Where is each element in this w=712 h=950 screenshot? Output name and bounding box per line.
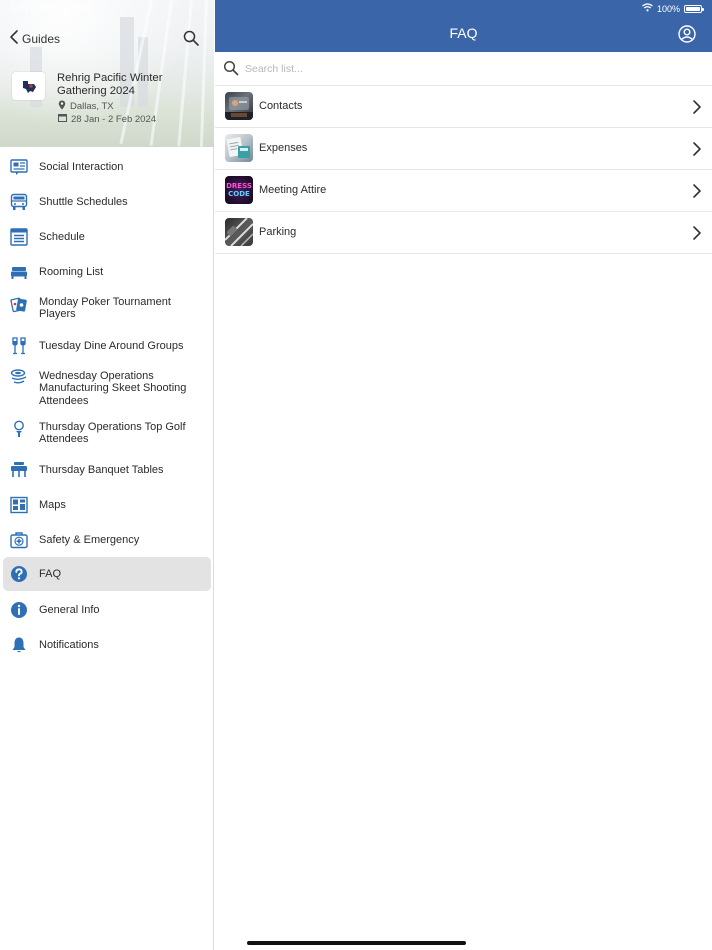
search-icon xyxy=(223,60,239,76)
back-button-label: Guides xyxy=(22,32,61,46)
banquet-table-icon xyxy=(10,461,28,479)
chevron-left-icon xyxy=(9,29,19,50)
sidebar-item-label: Wednesday Operations Manufacturing Skeet… xyxy=(39,370,187,407)
event-logo xyxy=(12,72,45,100)
top-bar: 100% FAQ xyxy=(215,0,712,52)
sidebar-item-label: Thursday Operations Top Golf Attendees xyxy=(39,421,186,446)
sidebar-item-label: General Info xyxy=(39,604,100,616)
sidebar-item-general-info[interactable]: General Info xyxy=(3,596,211,624)
bus-icon xyxy=(10,193,28,211)
chevron-right-icon xyxy=(692,141,702,157)
social-interaction-icon xyxy=(10,158,28,176)
sidebar-item-label: FAQ xyxy=(39,568,62,580)
list-item-meeting-attire[interactable]: DRESS CODE Meeting Attire xyxy=(215,170,712,212)
first-aid-icon xyxy=(10,531,28,549)
sidebar-item-rooming-list[interactable]: Rooming List xyxy=(3,258,211,286)
sidebar-item-thursday-top-golf[interactable]: Thursday Operations Top Golf Attendees xyxy=(3,418,211,452)
search-input[interactable] xyxy=(245,60,685,77)
sidebar-item-tuesday-dine-around[interactable]: Tuesday Dine Around Groups xyxy=(3,332,211,360)
wine-glasses-icon xyxy=(10,337,28,355)
event-location-text: Dallas, TX xyxy=(70,101,114,112)
list-item-label: Parking xyxy=(259,226,297,238)
chevron-right-icon xyxy=(692,225,702,241)
event-dates-text: 28 Jan - 2 Feb 2024 xyxy=(71,113,157,125)
list-item-label: Meeting Attire xyxy=(259,184,327,196)
event-location: Dallas, TX xyxy=(58,100,114,113)
map-icon xyxy=(10,496,28,514)
event-hero-banner: 14:12 Mon 29 Jan Guides Rehrig Pacific W… xyxy=(0,0,214,147)
calendar-icon xyxy=(58,113,67,125)
list-item-contacts[interactable]: Contacts xyxy=(215,86,712,128)
main-panel: 100% FAQ Contacts Expense xyxy=(215,0,712,950)
wifi-icon xyxy=(642,3,653,14)
search-icon[interactable] xyxy=(182,29,200,47)
list-item-expenses[interactable]: Expenses xyxy=(215,128,712,170)
sidebar-item-label: Safety & Emergency xyxy=(39,534,140,546)
page-title: FAQ xyxy=(449,25,478,41)
sidebar-item-wednesday-skeet[interactable]: Wednesday Operations Manufacturing Skeet… xyxy=(3,366,211,410)
parking-thumbnail xyxy=(225,218,253,246)
chevron-right-icon xyxy=(692,183,702,199)
info-circle-icon xyxy=(10,601,28,619)
question-circle-icon xyxy=(10,565,28,583)
home-indicator xyxy=(247,941,466,945)
dress-code-thumbnail: DRESS CODE xyxy=(225,176,253,204)
sidebar-item-label: Tuesday Dine Around Groups xyxy=(39,340,184,352)
status-time: 14:12 Mon 29 Jan xyxy=(11,3,89,13)
dress-code-text: DRESS xyxy=(226,182,252,190)
skeet-target-icon xyxy=(10,368,28,386)
list-item-parking[interactable]: Parking xyxy=(215,212,712,254)
contacts-thumbnail xyxy=(225,92,253,120)
expenses-thumbnail xyxy=(225,134,253,162)
poker-cards-icon xyxy=(10,296,28,314)
event-dates: 28 Jan - 2 Feb 2024 xyxy=(58,113,156,125)
location-pin-icon xyxy=(58,100,66,113)
sidebar-item-social-interaction[interactable]: Social Interaction xyxy=(3,154,211,180)
schedule-list-icon xyxy=(10,228,28,246)
chevron-right-icon xyxy=(692,99,702,115)
sidebar: 14:12 Mon 29 Jan Guides Rehrig Pacific W… xyxy=(0,0,214,950)
bed-icon xyxy=(10,263,28,281)
sidebar-item-label: Shuttle Schedules xyxy=(39,196,128,208)
sidebar-item-label: Social Interaction xyxy=(39,161,124,173)
sidebar-item-label: Rooming List xyxy=(39,266,104,278)
sidebar-item-label: Maps xyxy=(39,499,66,511)
status-indicators: 100% xyxy=(642,3,704,14)
sidebar-item-safety-emergency[interactable]: Safety & Emergency xyxy=(3,526,211,554)
sidebar-item-faq[interactable]: FAQ xyxy=(3,557,211,591)
sidebar-item-label: Notifications xyxy=(39,639,99,651)
back-to-guides-button[interactable]: Guides xyxy=(9,29,61,50)
sidebar-item-thursday-banquet[interactable]: Thursday Banquet Tables xyxy=(3,456,211,484)
search-bar xyxy=(215,52,712,86)
profile-icon[interactable] xyxy=(678,25,696,43)
battery-percent: 100% xyxy=(656,3,680,14)
sidebar-item-label: Thursday Banquet Tables xyxy=(39,464,164,476)
sidebar-item-label: Monday Poker Tournament Players xyxy=(39,296,171,321)
sidebar-item-monday-poker[interactable]: Monday Poker Tournament Players xyxy=(3,292,211,326)
event-title: Rehrig Pacific Winter Gathering 2024 xyxy=(57,72,163,97)
sidebar-item-schedule[interactable]: Schedule xyxy=(3,223,211,251)
sidebar-item-shuttle-schedules[interactable]: Shuttle Schedules xyxy=(3,188,211,216)
svg-text:CODE: CODE xyxy=(228,190,250,198)
sidebar-item-notifications[interactable]: Notifications xyxy=(3,631,211,659)
list-item-label: Contacts xyxy=(259,100,303,112)
sidebar-item-label: Schedule xyxy=(39,231,85,243)
bell-icon xyxy=(10,636,28,654)
golf-tee-icon xyxy=(10,420,28,438)
list-item-label: Expenses xyxy=(259,142,308,154)
sidebar-item-maps[interactable]: Maps xyxy=(3,491,211,519)
battery-icon xyxy=(684,4,704,13)
